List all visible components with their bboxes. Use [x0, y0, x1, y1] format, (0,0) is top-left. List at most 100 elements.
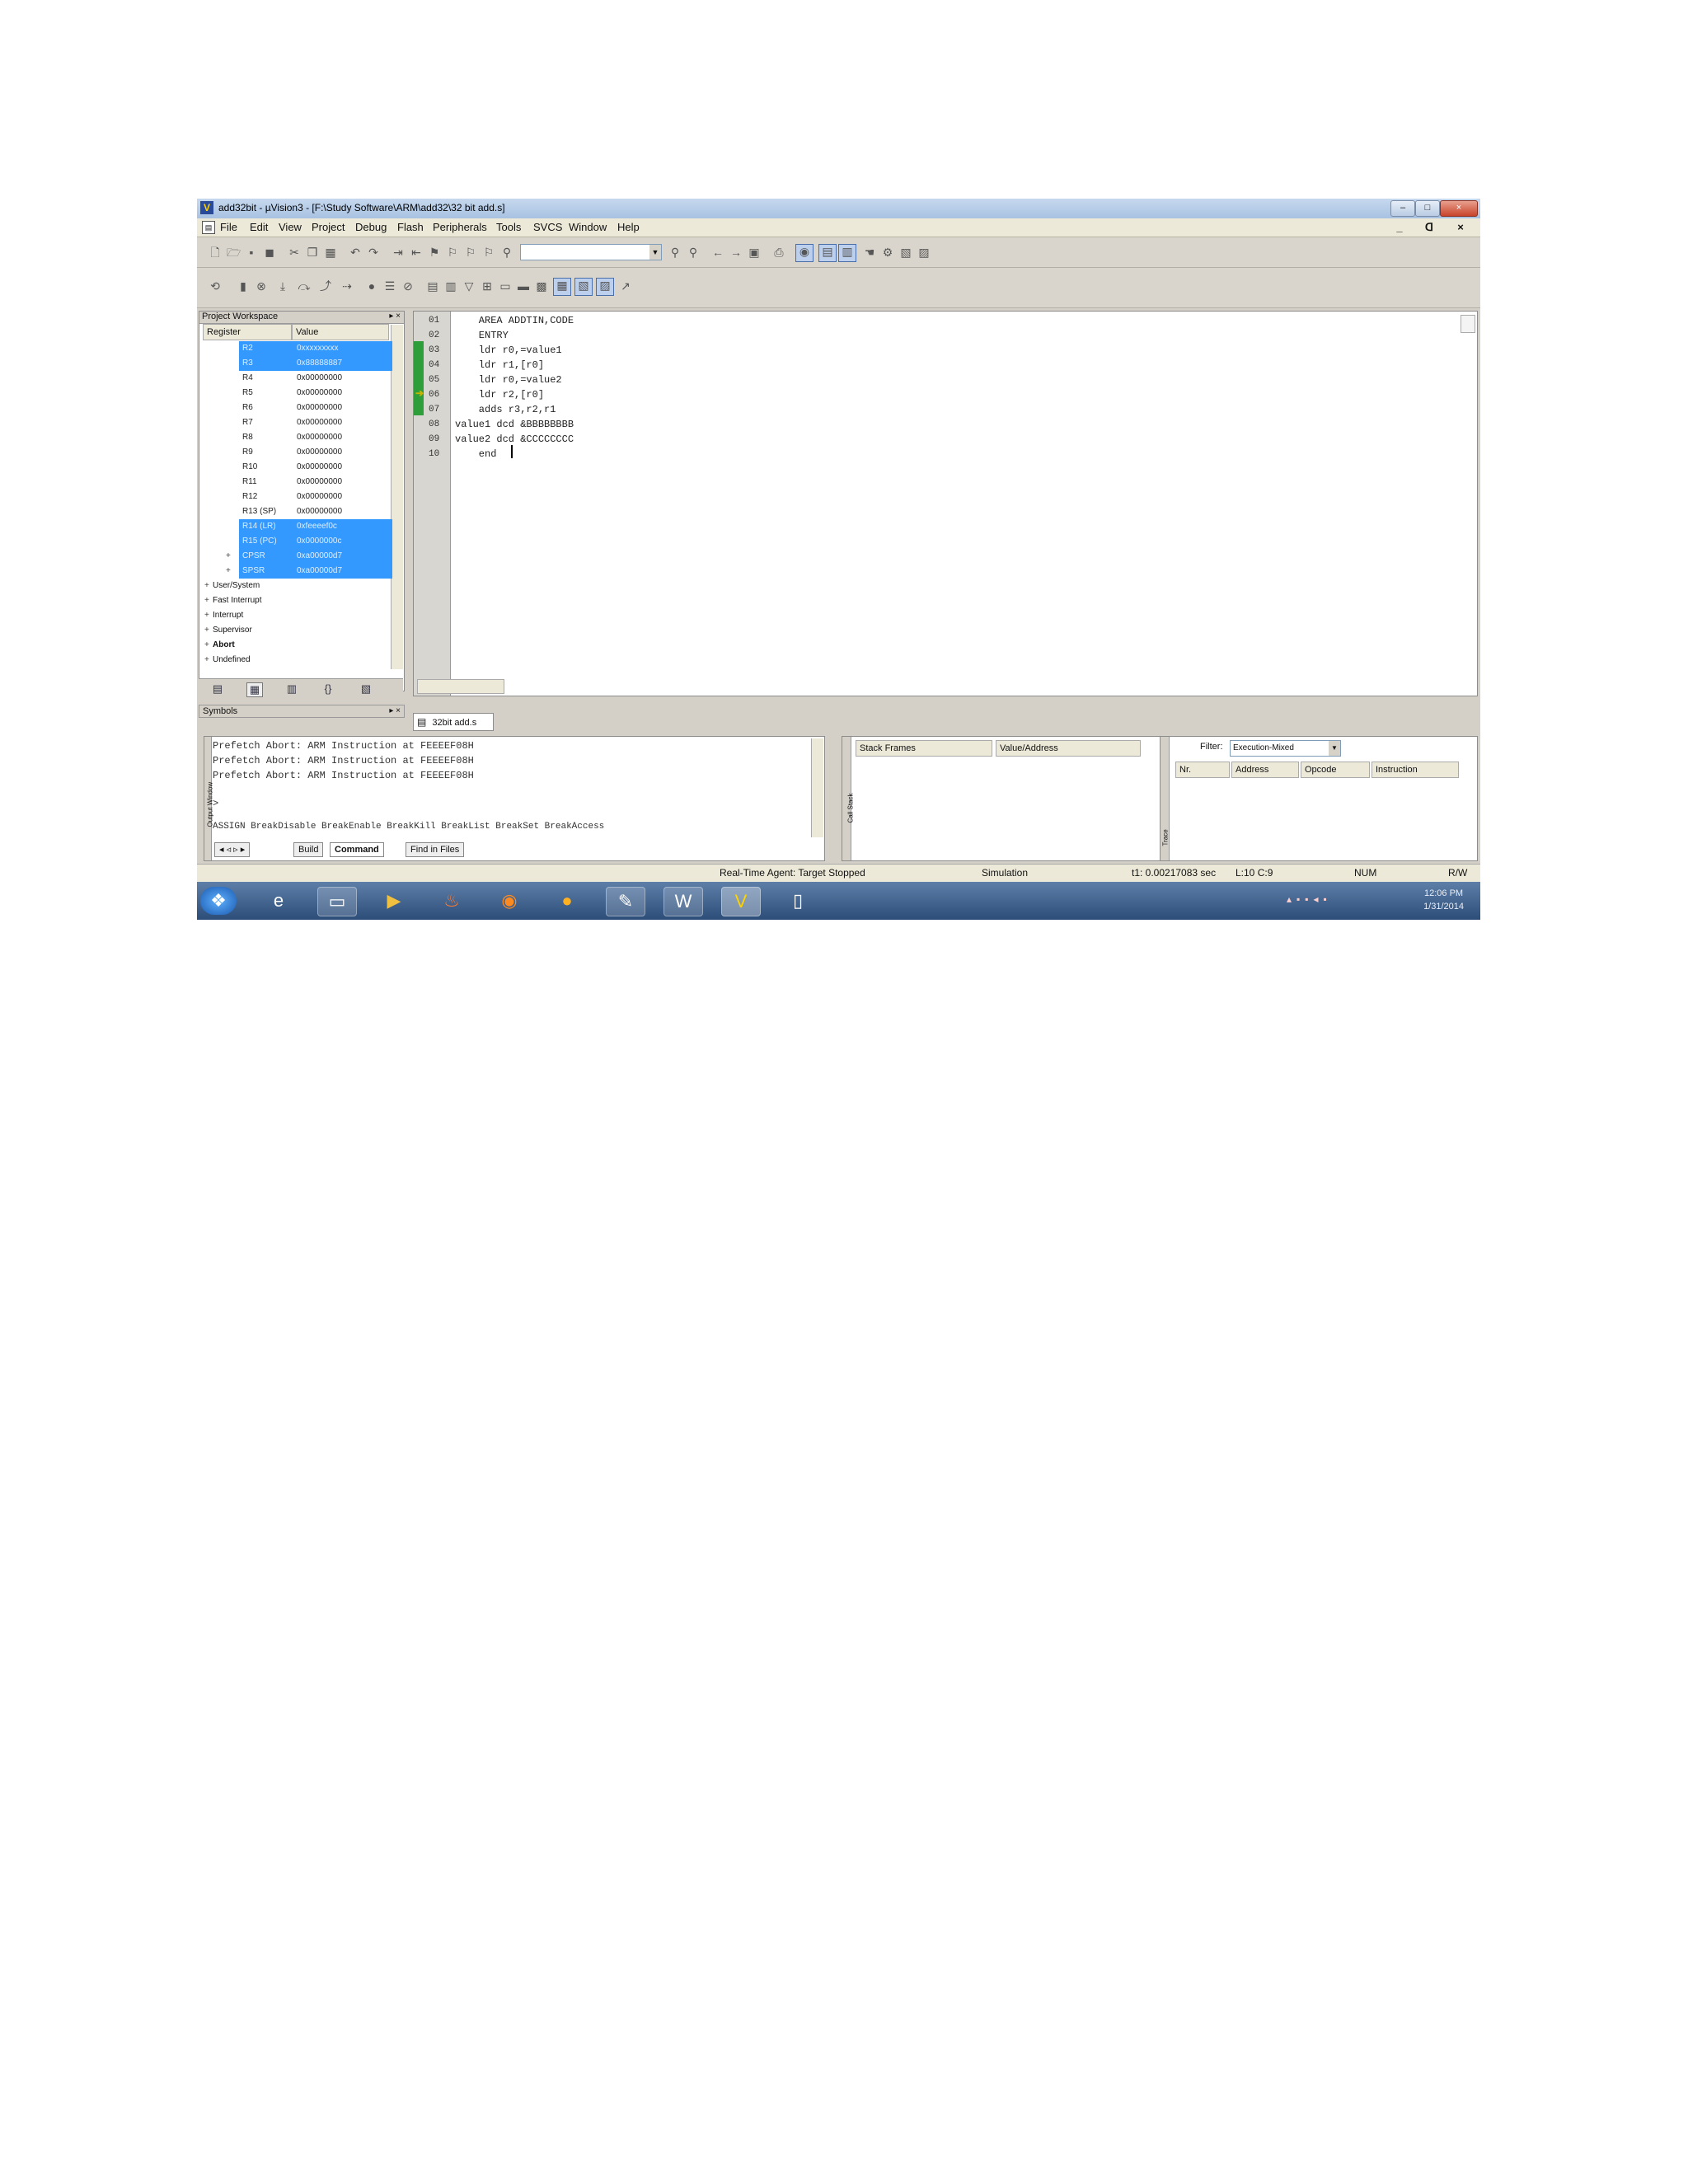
chevron-down-icon[interactable]: ▼ — [1329, 741, 1340, 756]
indent-icon[interactable]: ⇥ — [392, 246, 405, 259]
run-to-cursor-icon[interactable]: ⇢ — [340, 279, 354, 293]
expand-icon[interactable]: + — [204, 579, 213, 593]
breakpoint-list-icon[interactable]: ☰ — [383, 279, 396, 293]
stop-icon[interactable]: ⊗ — [255, 279, 268, 293]
close-icon[interactable]: ▸ × — [389, 705, 401, 717]
tool-icon[interactable]: ↗ — [619, 279, 632, 293]
code-line[interactable]: end — [455, 447, 497, 462]
register-row[interactable]: R7 0x00000000 — [239, 415, 392, 430]
disassembly-icon[interactable]: ▤ — [426, 279, 439, 293]
new-file-icon[interactable]: 🗋 — [209, 246, 222, 259]
menu-debug[interactable]: Debug — [355, 221, 387, 233]
register-row[interactable]: R8 0x00000000 — [239, 430, 392, 445]
functions-tab-icon[interactable]: {} — [321, 682, 335, 696]
filter-select[interactable]: Execution-Mixed ▼ — [1230, 740, 1341, 757]
watch-icon[interactable]: ▥ — [444, 279, 457, 293]
filter-icon[interactable]: ▽ — [462, 279, 476, 293]
memory-icon[interactable]: ▭ — [499, 279, 512, 293]
find-combo[interactable]: ▼ — [520, 244, 662, 260]
books-tab-icon[interactable]: ▥ — [284, 682, 299, 696]
expand-icon[interactable]: + — [204, 638, 213, 653]
nav-arrows[interactable]: ◂ ◃ ▹ ▸ — [214, 842, 251, 857]
mode-tree-item[interactable]: + Abort — [204, 638, 235, 653]
column-instruction[interactable]: Instruction — [1372, 762, 1459, 778]
command-prompt[interactable]: > — [213, 796, 218, 811]
tab-command[interactable]: Command — [330, 842, 384, 857]
tray-icons[interactable]: ▴▪▪◂▪ — [1287, 893, 1332, 905]
code-line[interactable]: ENTRY — [455, 328, 509, 343]
run-icon[interactable]: ▮ — [237, 279, 250, 293]
hand-icon[interactable]: ☚ — [863, 246, 876, 259]
register-row[interactable]: R2 0xxxxxxxxx — [239, 341, 392, 356]
expand-icon[interactable]: + — [204, 623, 213, 638]
menu-tools[interactable]: Tools — [496, 221, 521, 233]
bookmark-prev-icon[interactable]: ⚐ — [446, 246, 459, 259]
find-in-files-icon[interactable]: ⚲ — [500, 246, 513, 259]
register-scrollbar[interactable] — [391, 325, 403, 669]
code-line[interactable]: ldr r2,[r0] — [455, 387, 544, 402]
file-explorer-icon[interactable]: ▭ — [317, 887, 357, 916]
logic-analyzer-icon[interactable]: ⊞ — [481, 279, 494, 293]
print-icon[interactable]: ⎙ — [772, 246, 785, 259]
register-row[interactable]: CPSR 0xa00000d7 — [239, 549, 392, 564]
internet-explorer-icon[interactable]: e — [260, 887, 298, 915]
system-clock[interactable]: 12:06 PM 1/31/2014 — [1423, 887, 1464, 913]
bookmark-icon[interactable]: ⚑ — [428, 246, 441, 259]
mode-tree-item[interactable]: + Supervisor — [204, 623, 252, 638]
reset-icon[interactable]: ⟲ — [209, 279, 222, 293]
code-line[interactable]: adds r3,r2,r1 — [455, 402, 556, 417]
step-over-icon[interactable]: ⤼ — [298, 279, 311, 293]
register-row[interactable]: R6 0x00000000 — [239, 401, 392, 415]
forward-icon[interactable]: → — [729, 246, 743, 259]
save-icon[interactable]: ▪ — [245, 246, 258, 259]
cut-icon[interactable]: ✂ — [288, 246, 301, 259]
horizontal-scrollbar[interactable] — [417, 679, 504, 694]
code-coverage-icon[interactable]: ▨ — [596, 278, 614, 296]
expand-icon[interactable]: + — [204, 653, 213, 668]
settings-icon[interactable]: ⚙ — [881, 246, 894, 259]
expand-icon[interactable]: + — [204, 593, 213, 608]
column-register[interactable]: Register — [203, 324, 292, 340]
column-value-address[interactable]: Value/Address — [996, 740, 1141, 757]
code-editor[interactable]: ➔ 01 02 03 04 05 06 07 08 09 10 AREA ADDTIN,CODE … — [413, 311, 1478, 696]
menu-file[interactable]: File — [220, 221, 237, 233]
browser-icon[interactable]: ● — [548, 887, 586, 915]
register-row[interactable]: R14 (LR) 0xfeeeef0c — [239, 519, 392, 534]
code-line[interactable]: ldr r1,[r0] — [455, 358, 544, 373]
register-row[interactable]: R11 0x00000000 — [239, 475, 392, 490]
column-opcode[interactable]: Opcode — [1301, 762, 1370, 778]
registers-tab-icon[interactable]: ▦ — [246, 682, 263, 697]
close-button[interactable]: × — [1440, 200, 1478, 217]
expand-icon[interactable]: + — [226, 564, 231, 579]
close-icon[interactable]: ▸ × — [389, 312, 401, 321]
incremental-find-icon[interactable]: ⚲ — [687, 246, 700, 259]
paste-icon[interactable]: ▦ — [324, 246, 337, 259]
expand-icon[interactable]: + — [204, 608, 213, 623]
templates-tab-icon[interactable]: ▧ — [359, 682, 373, 696]
maximize-button[interactable]: □ — [1415, 200, 1440, 217]
code-line[interactable]: ldr r0,=value2 — [455, 373, 562, 387]
window-layout-icon[interactable]: ▤ — [818, 244, 837, 262]
menu-flash[interactable]: Flash — [397, 221, 424, 233]
register-row[interactable]: R5 0x00000000 — [239, 386, 392, 401]
menu-edit[interactable]: Edit — [250, 221, 268, 233]
code-line[interactable]: value2 dcd &CCCCCCCC — [455, 432, 574, 447]
files-tab-icon[interactable]: ▤ — [210, 682, 225, 696]
performance-icon[interactable]: ▧ — [574, 278, 593, 296]
symbols-panel[interactable]: Symbols ▸ × — [199, 705, 405, 718]
window-layout-2-icon[interactable]: ▥ — [838, 244, 856, 262]
bookmark-clear-icon[interactable]: ⚐ — [482, 246, 495, 259]
step-out-icon[interactable]: ⤴ — [319, 279, 332, 293]
open-file-icon[interactable]: 🗁 — [227, 246, 241, 259]
debug-session-icon[interactable]: ◉ — [795, 244, 814, 262]
mdi-restore-button[interactable]: ᗡ — [1420, 220, 1438, 235]
uvision-taskbar-icon[interactable]: V — [721, 887, 761, 916]
register-row[interactable]: SPSR 0xa00000d7 — [239, 564, 392, 579]
firefox-icon[interactable]: ◉ — [490, 887, 528, 915]
mode-tree-item[interactable]: + Undefined — [204, 653, 251, 668]
mode-tree-item[interactable]: + User/System — [204, 579, 260, 593]
undo-icon[interactable]: ↶ — [349, 246, 362, 259]
document-app-icon[interactable]: ▯ — [779, 887, 817, 915]
output-scrollbar[interactable] — [811, 738, 823, 837]
register-row[interactable]: R4 0x00000000 — [239, 371, 392, 386]
